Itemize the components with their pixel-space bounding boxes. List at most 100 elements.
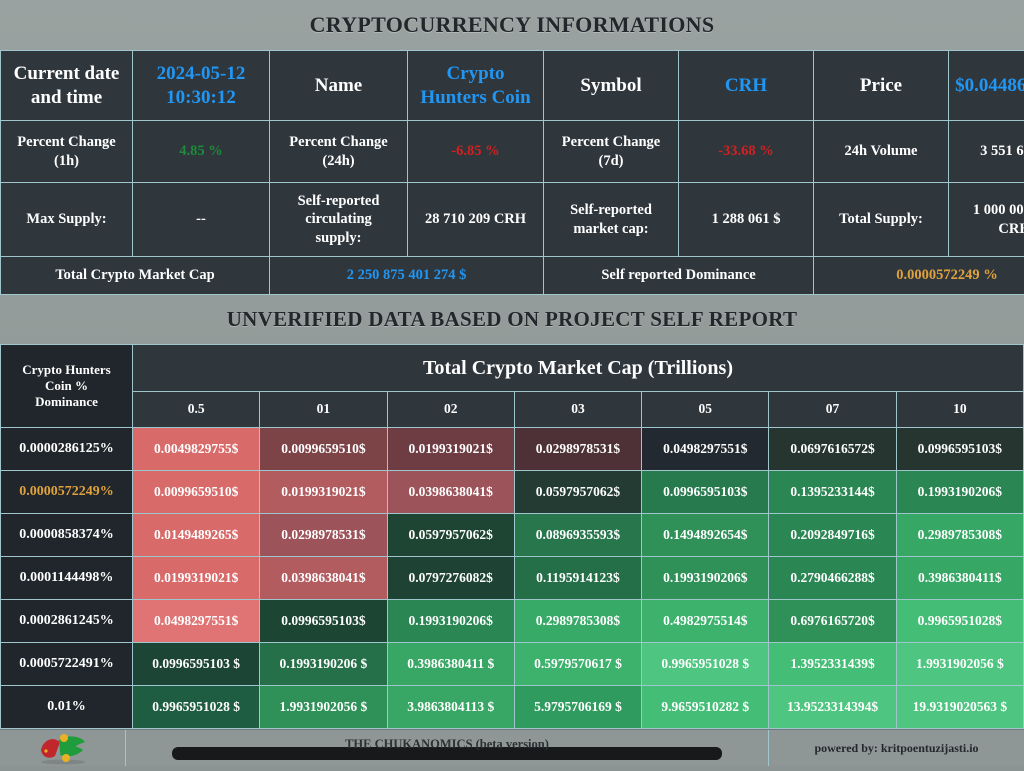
matrix-value-cell: 9.9659510282 $: [642, 686, 769, 729]
matrix-value-cell: 3.9863804113 $: [387, 686, 514, 729]
matrix-dominance-cell: 0.0000858374%: [1, 514, 133, 557]
matrix-value-cell: 0.5979570617 $: [514, 643, 641, 686]
volume-24h-label: 24h Volume: [814, 121, 949, 183]
matrix-column-header-05: 05: [642, 392, 769, 428]
percent-change-24h-label: Percent Change (24h): [270, 121, 408, 183]
cryptocurrency-info-table: Current date and time 2024-05-12 10:30:1…: [0, 50, 1024, 295]
volume-24h-value: 3 551 604 $: [949, 121, 1024, 183]
percent-change-1h-label-line1: Percent Change: [4, 133, 129, 151]
percent-change-1h-value: 4.85 %: [133, 121, 270, 183]
matrix-row: 0.0000572249%0.0099659510$0.0199319021$ 0…: [1, 471, 1024, 514]
matrix-value-cell: 0.2790466288$: [769, 557, 896, 600]
self-mcap-label-line1: Self-reported: [547, 201, 675, 219]
price-label: Price: [814, 51, 949, 121]
matrix-value-cell: 0.3986380411$: [896, 557, 1023, 600]
matrix-head: Crypto Hunters Coin % Dominance Total Cr…: [1, 345, 1024, 428]
name-value: Crypto Hunters Coin: [408, 51, 544, 121]
max-supply-value: --: [133, 183, 270, 257]
matrix-value-cell: 13.9523314394$: [769, 686, 896, 729]
symbol-label: Symbol: [544, 51, 679, 121]
matrix-value-cell: 0.2989785308$: [514, 600, 641, 643]
matrix-value-cell: 0.0996595103$: [896, 428, 1023, 471]
self-circ-label-line1: Self-reported: [273, 192, 404, 210]
matrix-value-cell: 0.2092849716$: [769, 514, 896, 557]
matrix-dominance-cell: 0.0000572249%: [1, 471, 133, 514]
self-reported-dominance-label: Self reported Dominance: [544, 257, 814, 295]
current-datetime-label-text: Current date and time: [14, 63, 120, 108]
matrix-value-cell: 0.0996595103$: [260, 600, 387, 643]
matrix-corner-label: Crypto Hunters Coin % Dominance: [1, 345, 133, 428]
page-title: CRYPTOCURRENCY INFORMATIONS: [0, 0, 1024, 50]
self-reported-market-cap-label: Self-reported market cap:: [544, 183, 679, 257]
matrix-value-cell: 1.3952331439$: [769, 643, 896, 686]
matrix-value-cell: 0.0149489265$: [133, 514, 260, 557]
matrix-dominance-cell: 0.0005722491%: [1, 643, 133, 686]
matrix-value-cell: 0.0398638041$: [260, 557, 387, 600]
matrix-row: 0.0005722491%0.0996595103 $0.1993190206 …: [1, 643, 1024, 686]
matrix-column-header-01: 01: [260, 392, 387, 428]
matrix-value-cell: 0.1993190206$: [387, 600, 514, 643]
percent-change-1h-label-line2: (1h): [4, 152, 129, 170]
matrix-value-cell: 0.0099659510$: [133, 471, 260, 514]
total-supply-label: Total Supply:: [814, 183, 949, 257]
matrix-value-cell: 0.3986380411 $: [387, 643, 514, 686]
matrix-value-cell: 0.0298978531$: [260, 514, 387, 557]
matrix-value-cell: 0.0199319021$: [387, 428, 514, 471]
footer-credit: powered by: kritpoentuzijasti.io: [769, 730, 1024, 766]
matrix-value-cell: 0.0797276082$: [387, 557, 514, 600]
symbol-label-text: Symbol: [580, 75, 641, 96]
market-cap-matrix-table: Crypto Hunters Coin % Dominance Total Cr…: [0, 344, 1024, 729]
matrix-row: 0.01%0.9965951028 $1.9931902056 $3.98638…: [1, 686, 1024, 729]
self-mcap-label-line2: market cap:: [547, 220, 675, 238]
matrix-value-cell: 0.4982975514$: [642, 600, 769, 643]
matrix-value-cell: 0.0199319021$: [260, 471, 387, 514]
matrix-value-cell: 0.1993190206$: [642, 557, 769, 600]
self-reported-dominance-value: 0.0000572249 %: [814, 257, 1024, 295]
info-row-percent-change: Percent Change (1h) 4.85 % Percent Chang…: [1, 121, 1024, 183]
matrix-head-row-1: Crypto Hunters Coin % Dominance Total Cr…: [1, 345, 1024, 392]
page-subtitle: UNVERIFIED DATA BASED ON PROJECT SELF RE…: [0, 295, 1024, 344]
matrix-value-cell: 0.0049829755$: [133, 428, 260, 471]
matrix-dominance-cell: 0.0002861245%: [1, 600, 133, 643]
matrix-row: 0.0000286125%0.0049829755$0.0099659510$0…: [1, 428, 1024, 471]
percent-change-24h-label-line1: Percent Change: [273, 133, 404, 151]
matrix-dominance-cell: 0.0001144498%: [1, 557, 133, 600]
matrix-value-cell: 0.0697616572$: [769, 428, 896, 471]
matrix-value-cell: 0.1195914123$: [514, 557, 641, 600]
chukanomics-logo-icon: [33, 730, 93, 766]
matrix-row: 0.0000858374%0.0149489265$0.0298978531$0…: [1, 514, 1024, 557]
matrix-dominance-cell: 0.0000286125%: [1, 428, 133, 471]
matrix-value-cell: 0.0597957062$: [387, 514, 514, 557]
total-market-cap-label: Total Crypto Market Cap: [1, 257, 270, 295]
matrix-column-header-03: 03: [514, 392, 641, 428]
matrix-value-cell: 0.0896935593$: [514, 514, 641, 557]
name-value-line1: Crypto: [411, 62, 540, 86]
matrix-span-header: Total Crypto Market Cap (Trillions): [133, 345, 1024, 392]
matrix-value-cell: 0.0199319021$: [133, 557, 260, 600]
matrix-value-cell: 0.0996595103$: [642, 471, 769, 514]
matrix-column-header-10: 10: [896, 392, 1023, 428]
matrix-row: 0.0002861245%0.0498297551$0.0996595103$0…: [1, 600, 1024, 643]
percent-change-7d-label: Percent Change (7d): [544, 121, 679, 183]
footer: THE CHUKANOMICS (beta version) powered b…: [0, 729, 1024, 766]
name-value-line2: Hunters Coin: [411, 86, 540, 110]
self-reported-circulating-supply-value: 28 710 209 CRH: [408, 183, 544, 257]
matrix-value-cell: 0.9965951028 $: [133, 686, 260, 729]
matrix-column-header-07: 07: [769, 392, 896, 428]
current-date-text: 2024-05-12: [136, 62, 266, 86]
matrix-value-cell: 0.0298978531$: [514, 428, 641, 471]
matrix-value-cell: 0.1993190206 $: [260, 643, 387, 686]
footer-brand-text: THE CHUKANOMICS (beta version): [345, 737, 549, 752]
matrix-value-cell: 19.9319020563 $: [896, 686, 1023, 729]
matrix-body: 0.0000286125%0.0049829755$0.0099659510$0…: [1, 428, 1024, 729]
info-row-supply: Max Supply: -- Self-reported circulating…: [1, 183, 1024, 257]
current-datetime-value: 2024-05-12 10:30:12: [133, 51, 270, 121]
matrix-value-cell: 1.9931902056 $: [896, 643, 1023, 686]
percent-change-7d-label-line2: (7d): [547, 152, 675, 170]
percent-change-1h-label: Percent Change (1h): [1, 121, 133, 183]
symbol-value: CRH: [679, 51, 814, 121]
matrix-value-cell: 0.1993190206$: [896, 471, 1023, 514]
matrix-head-row-2: 0.5010203050710: [1, 392, 1024, 428]
self-circ-label-line3: supply:: [273, 229, 404, 247]
matrix-value-cell: 1.9931902056 $: [260, 686, 387, 729]
